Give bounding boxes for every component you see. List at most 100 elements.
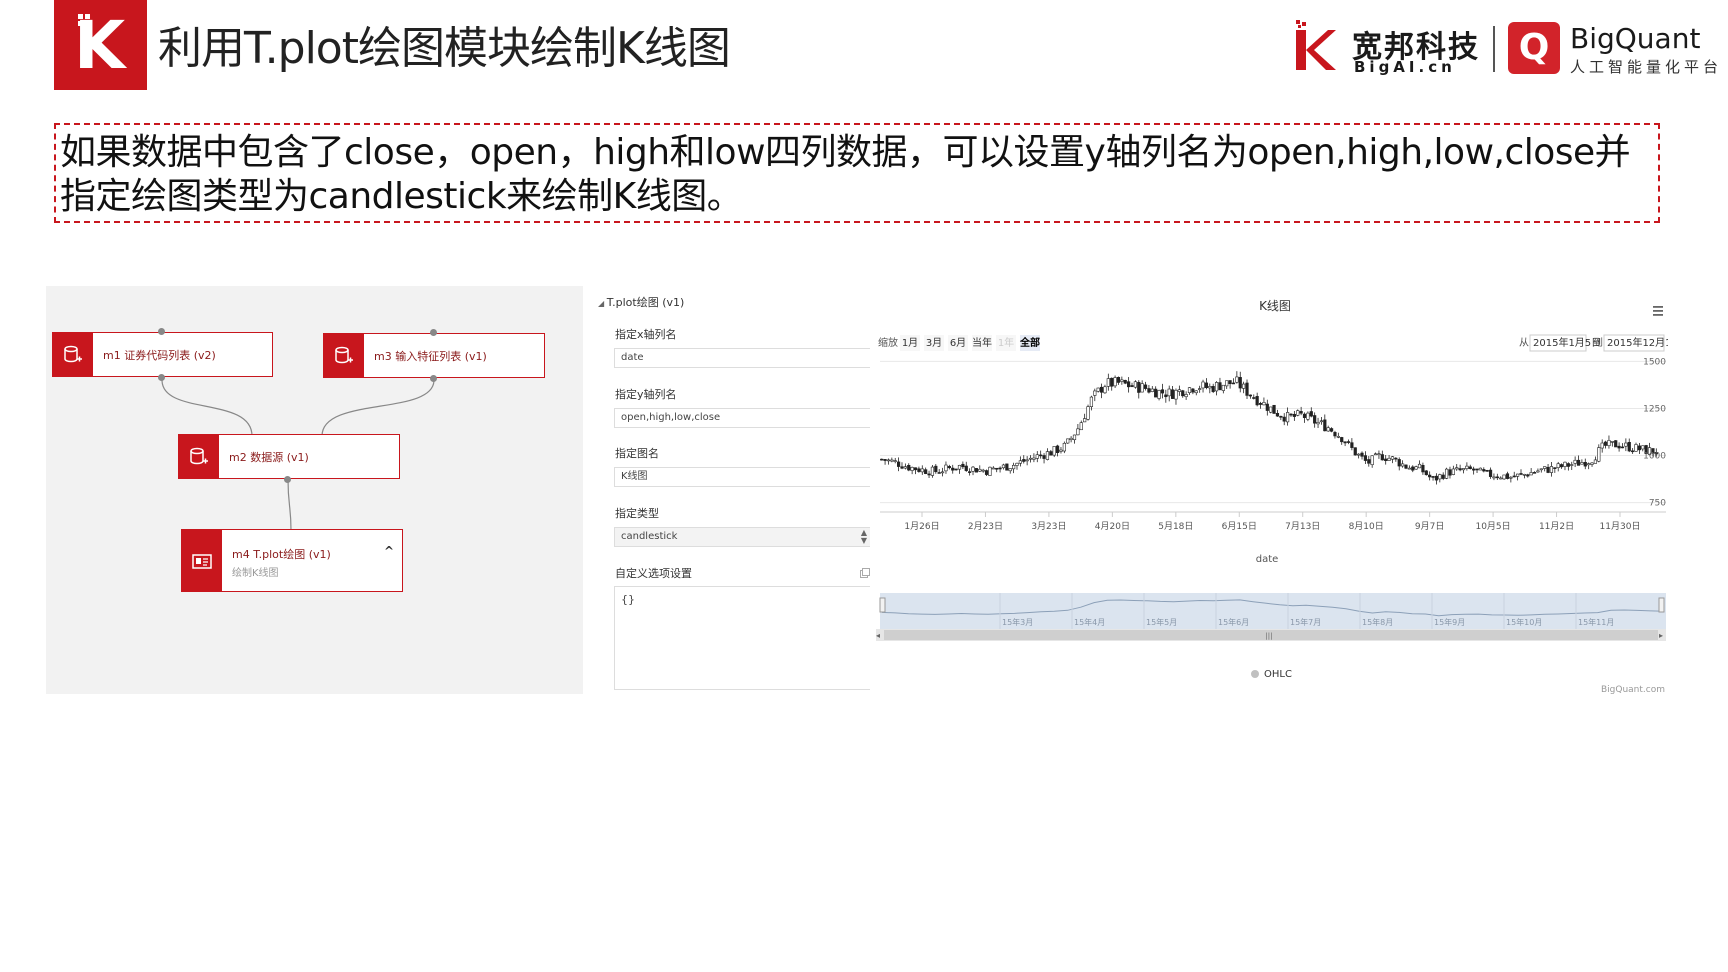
candle-body (913, 467, 918, 471)
navigator-left-handle[interactable] (879, 597, 886, 613)
chart-title-label: 指定图名 (615, 447, 659, 460)
candle-body (995, 467, 999, 470)
chart-credits[interactable]: BigQuant.com (1601, 685, 1665, 695)
candle-body (1282, 416, 1286, 422)
y-tick-label: 1500 (1643, 357, 1666, 367)
candle-body (907, 464, 911, 471)
candle-body (1377, 453, 1381, 455)
node-m2-label: m2 数据源 (v1) (229, 450, 309, 464)
candle-body (1488, 469, 1493, 477)
candle-body (1499, 477, 1503, 480)
chart-title-input[interactable]: K线图 (614, 467, 870, 487)
candle-body (1468, 466, 1472, 469)
chart-svg[interactable]: K线图 缩放 1月 3月 6月 当年 1年 全部 从 2015年1月5日 到 2015年1… (872, 290, 1668, 700)
candle-body (1005, 463, 1009, 471)
range-button-label-3[interactable]: 当年 (972, 336, 992, 349)
candle-body (1431, 476, 1435, 478)
node-m4[interactable]: m4 T.plot绘图 (v1) 绘制K线图 ^ (181, 529, 403, 592)
candle-body (1343, 441, 1347, 444)
custom-options-editor[interactable]: {} (614, 586, 870, 690)
candle-body (1370, 455, 1374, 466)
node-m3-input-port[interactable] (430, 329, 437, 336)
description-line-1: 如果数据中包含了close，open，high和low四列数据，可以设置y轴列名… (60, 132, 1631, 173)
from-label: 从 (1519, 338, 1529, 349)
legend-ohlc[interactable]: OHLC (1264, 669, 1292, 680)
range-button-label-2[interactable]: 6月 (950, 337, 966, 349)
candle-body (1103, 386, 1107, 394)
candle-body (1580, 462, 1584, 465)
navigator-tick-label: 15年4月 (1074, 617, 1105, 627)
hamburger-menu-icon[interactable] (1653, 306, 1663, 316)
candle-body (1620, 446, 1625, 449)
candle-body (1032, 457, 1036, 460)
navigator-tick-label: 15年10月 (1506, 617, 1542, 627)
logo-letter: K (74, 7, 126, 84)
candle-body (1286, 412, 1290, 423)
scroll-left-arrow-icon[interactable]: ◂ (876, 631, 880, 640)
range-button-label-0[interactable]: 1月 (902, 337, 918, 349)
candle-body (1641, 445, 1645, 450)
page-title: 利用T.plot绘图模块绘制K线图 (158, 23, 731, 74)
expand-editor-icon[interactable] (860, 568, 870, 578)
candle-body (1509, 476, 1513, 479)
candle-body (1458, 468, 1462, 471)
scrollbar-grip-icon[interactable]: ||| (1265, 632, 1272, 640)
node-m3-output-port[interactable] (430, 375, 437, 382)
candle-body (1610, 441, 1614, 443)
candlestick-chart[interactable]: K线图 缩放 1月 3月 6月 当年 1年 全部 从 2015年1月5日 到 2015年1… (872, 290, 1668, 700)
to-label: 到 (1593, 337, 1603, 349)
node-m2[interactable]: m2 数据源 (v1) (178, 434, 400, 479)
params-panel: ◢ T.plot绘图 (v1) 指定x轴列名 date 指定y轴列名 open,… (598, 290, 870, 690)
node-m1-output-port[interactable] (158, 374, 165, 381)
chart-type-select[interactable]: candlestick ▲ ▼ (614, 527, 870, 547)
legend-symbol[interactable] (1251, 670, 1259, 678)
candle-body (1373, 453, 1378, 456)
candle-body (900, 466, 904, 469)
candle-body (1164, 394, 1168, 398)
candle-body (1627, 441, 1631, 452)
x-col-input[interactable]: date (614, 348, 870, 368)
candle-body (1028, 457, 1033, 460)
y-col-input[interactable]: open,high,low,close (614, 408, 870, 428)
candle-body (1516, 473, 1520, 477)
candle-body (1637, 445, 1641, 451)
candle-body (1306, 412, 1310, 420)
candle-body (1455, 467, 1459, 470)
range-button-label-1[interactable]: 3月 (926, 337, 942, 349)
candle-body (920, 468, 924, 473)
candle-body (1417, 463, 1422, 469)
workflow-canvas[interactable]: m1 证券代码列表 (v2) m3 输入特征列表 (v1) m2 数据源 (v1… (46, 286, 583, 694)
candle-body (1384, 458, 1388, 461)
range-button-label-5[interactable]: 全部 (1019, 336, 1040, 349)
candle-body (998, 467, 1002, 470)
candle-body (1407, 467, 1411, 470)
candle-body (1624, 442, 1628, 447)
database-icon (179, 435, 219, 478)
navigator-tick-label: 15年7月 (1290, 617, 1321, 627)
collapse-chevron-icon[interactable]: ^ (384, 544, 394, 558)
candle-body (1248, 394, 1252, 397)
to-date-value: 2015年12月1日 (1607, 336, 1668, 349)
node-m1-input-port[interactable] (158, 328, 165, 335)
candle-body (1238, 377, 1242, 389)
node-m3[interactable]: m3 输入特征列表 (v1) (323, 333, 545, 378)
navigator-right-handle[interactable] (1658, 597, 1665, 613)
candle-body (1495, 476, 1499, 479)
candle-body (1597, 447, 1601, 462)
node-m2-output-port[interactable] (284, 476, 291, 483)
candle-body (1485, 470, 1489, 472)
node-m1[interactable]: m1 证券代码列表 (v2) (52, 332, 273, 377)
candle-body (1593, 459, 1598, 464)
chart-type-label: 指定类型 (615, 507, 659, 520)
candle-body (1323, 419, 1327, 432)
range-button-label-4[interactable]: 1年 (998, 336, 1014, 349)
candle-body (1181, 390, 1185, 397)
x-tick-label: 2月23日 (968, 521, 1003, 532)
candle-body (1252, 397, 1256, 399)
params-panel-title[interactable]: ◢ T.plot绘图 (v1) (598, 294, 684, 310)
scroll-right-arrow-icon[interactable]: ▸ (1659, 631, 1663, 640)
candle-body (1015, 462, 1019, 466)
candle-body (1228, 380, 1232, 384)
candle-body (1079, 422, 1083, 431)
navigator-mask[interactable] (880, 593, 1666, 629)
